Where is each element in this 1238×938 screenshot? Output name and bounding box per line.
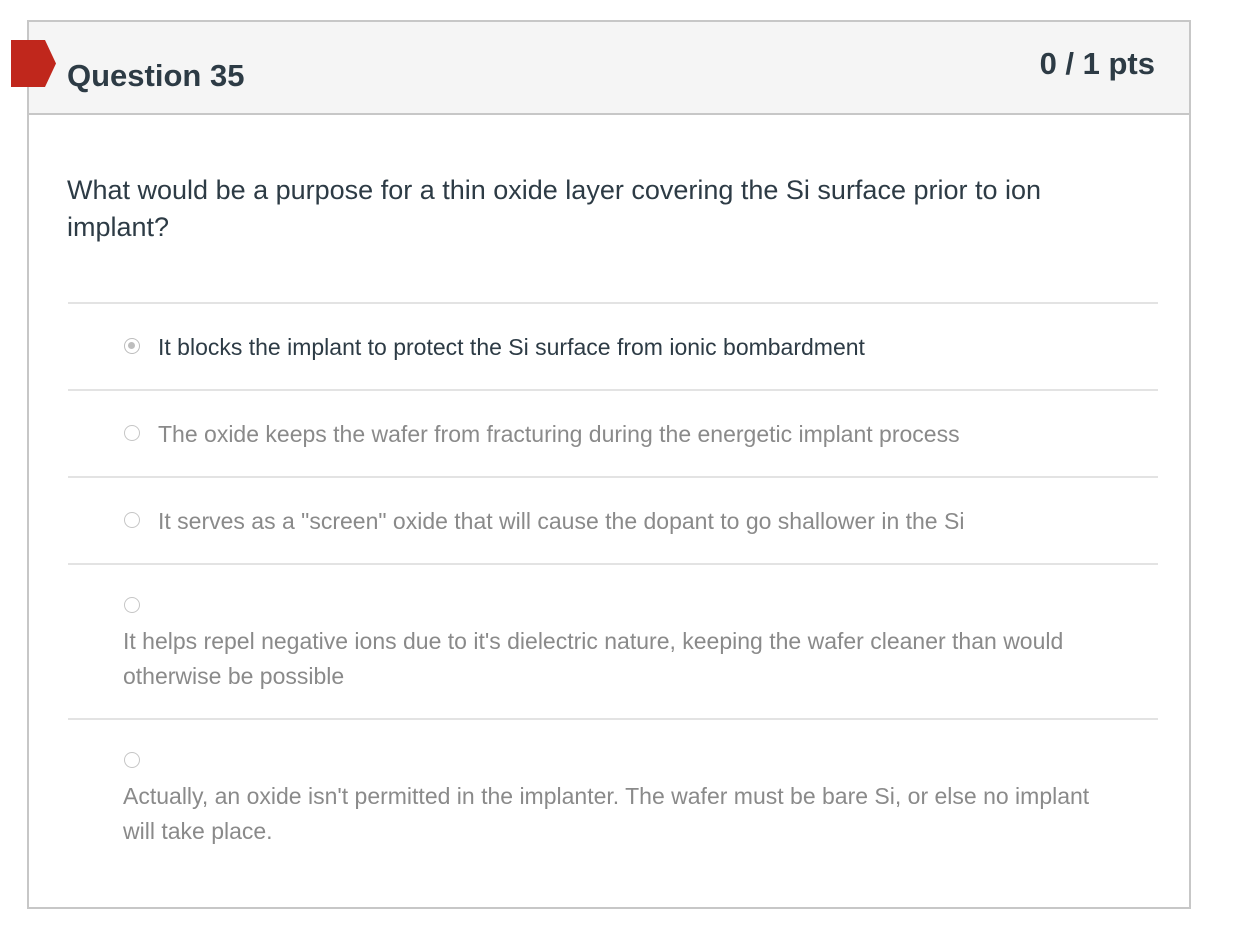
answer-label: Actually, an oxide isn't permitted in th… [123, 783, 1090, 844]
answer-label: It helps repel negative ions due to it's… [123, 628, 1064, 689]
answer-label: The oxide keeps the wafer from fracturin… [158, 421, 960, 447]
radio-icon[interactable] [124, 597, 140, 613]
incorrect-answer-flag-icon [11, 40, 56, 87]
answer-label: It serves as a "screen" oxide that will … [158, 508, 965, 534]
radio-icon[interactable] [124, 752, 140, 768]
answer-option-5[interactable]: Actually, an oxide isn't permitted in th… [68, 718, 1158, 873]
question-header: Question 35 0 / 1 pts [29, 22, 1189, 115]
answer-label: It blocks the implant to protect the Si … [158, 334, 865, 360]
radio-icon[interactable] [124, 425, 140, 441]
radio-selected-icon[interactable] [124, 338, 140, 354]
answer-option-2[interactable]: The oxide keeps the wafer from fracturin… [68, 389, 1158, 476]
answer-option-4[interactable]: It helps repel negative ions due to it's… [68, 563, 1158, 718]
question-points: 0 / 1 pts [1039, 46, 1155, 81]
radio-icon[interactable] [124, 512, 140, 528]
question-card: Question 35 0 / 1 pts What would be a pu… [27, 20, 1191, 909]
question-title: Question 35 [67, 58, 245, 93]
answer-option-1[interactable]: It blocks the implant to protect the Si … [68, 302, 1158, 389]
question-text: What would be a purpose for a thin oxide… [67, 175, 1042, 242]
answer-option-3[interactable]: It serves as a "screen" oxide that will … [68, 476, 1158, 563]
answer-list: It blocks the implant to protect the Si … [68, 302, 1158, 873]
